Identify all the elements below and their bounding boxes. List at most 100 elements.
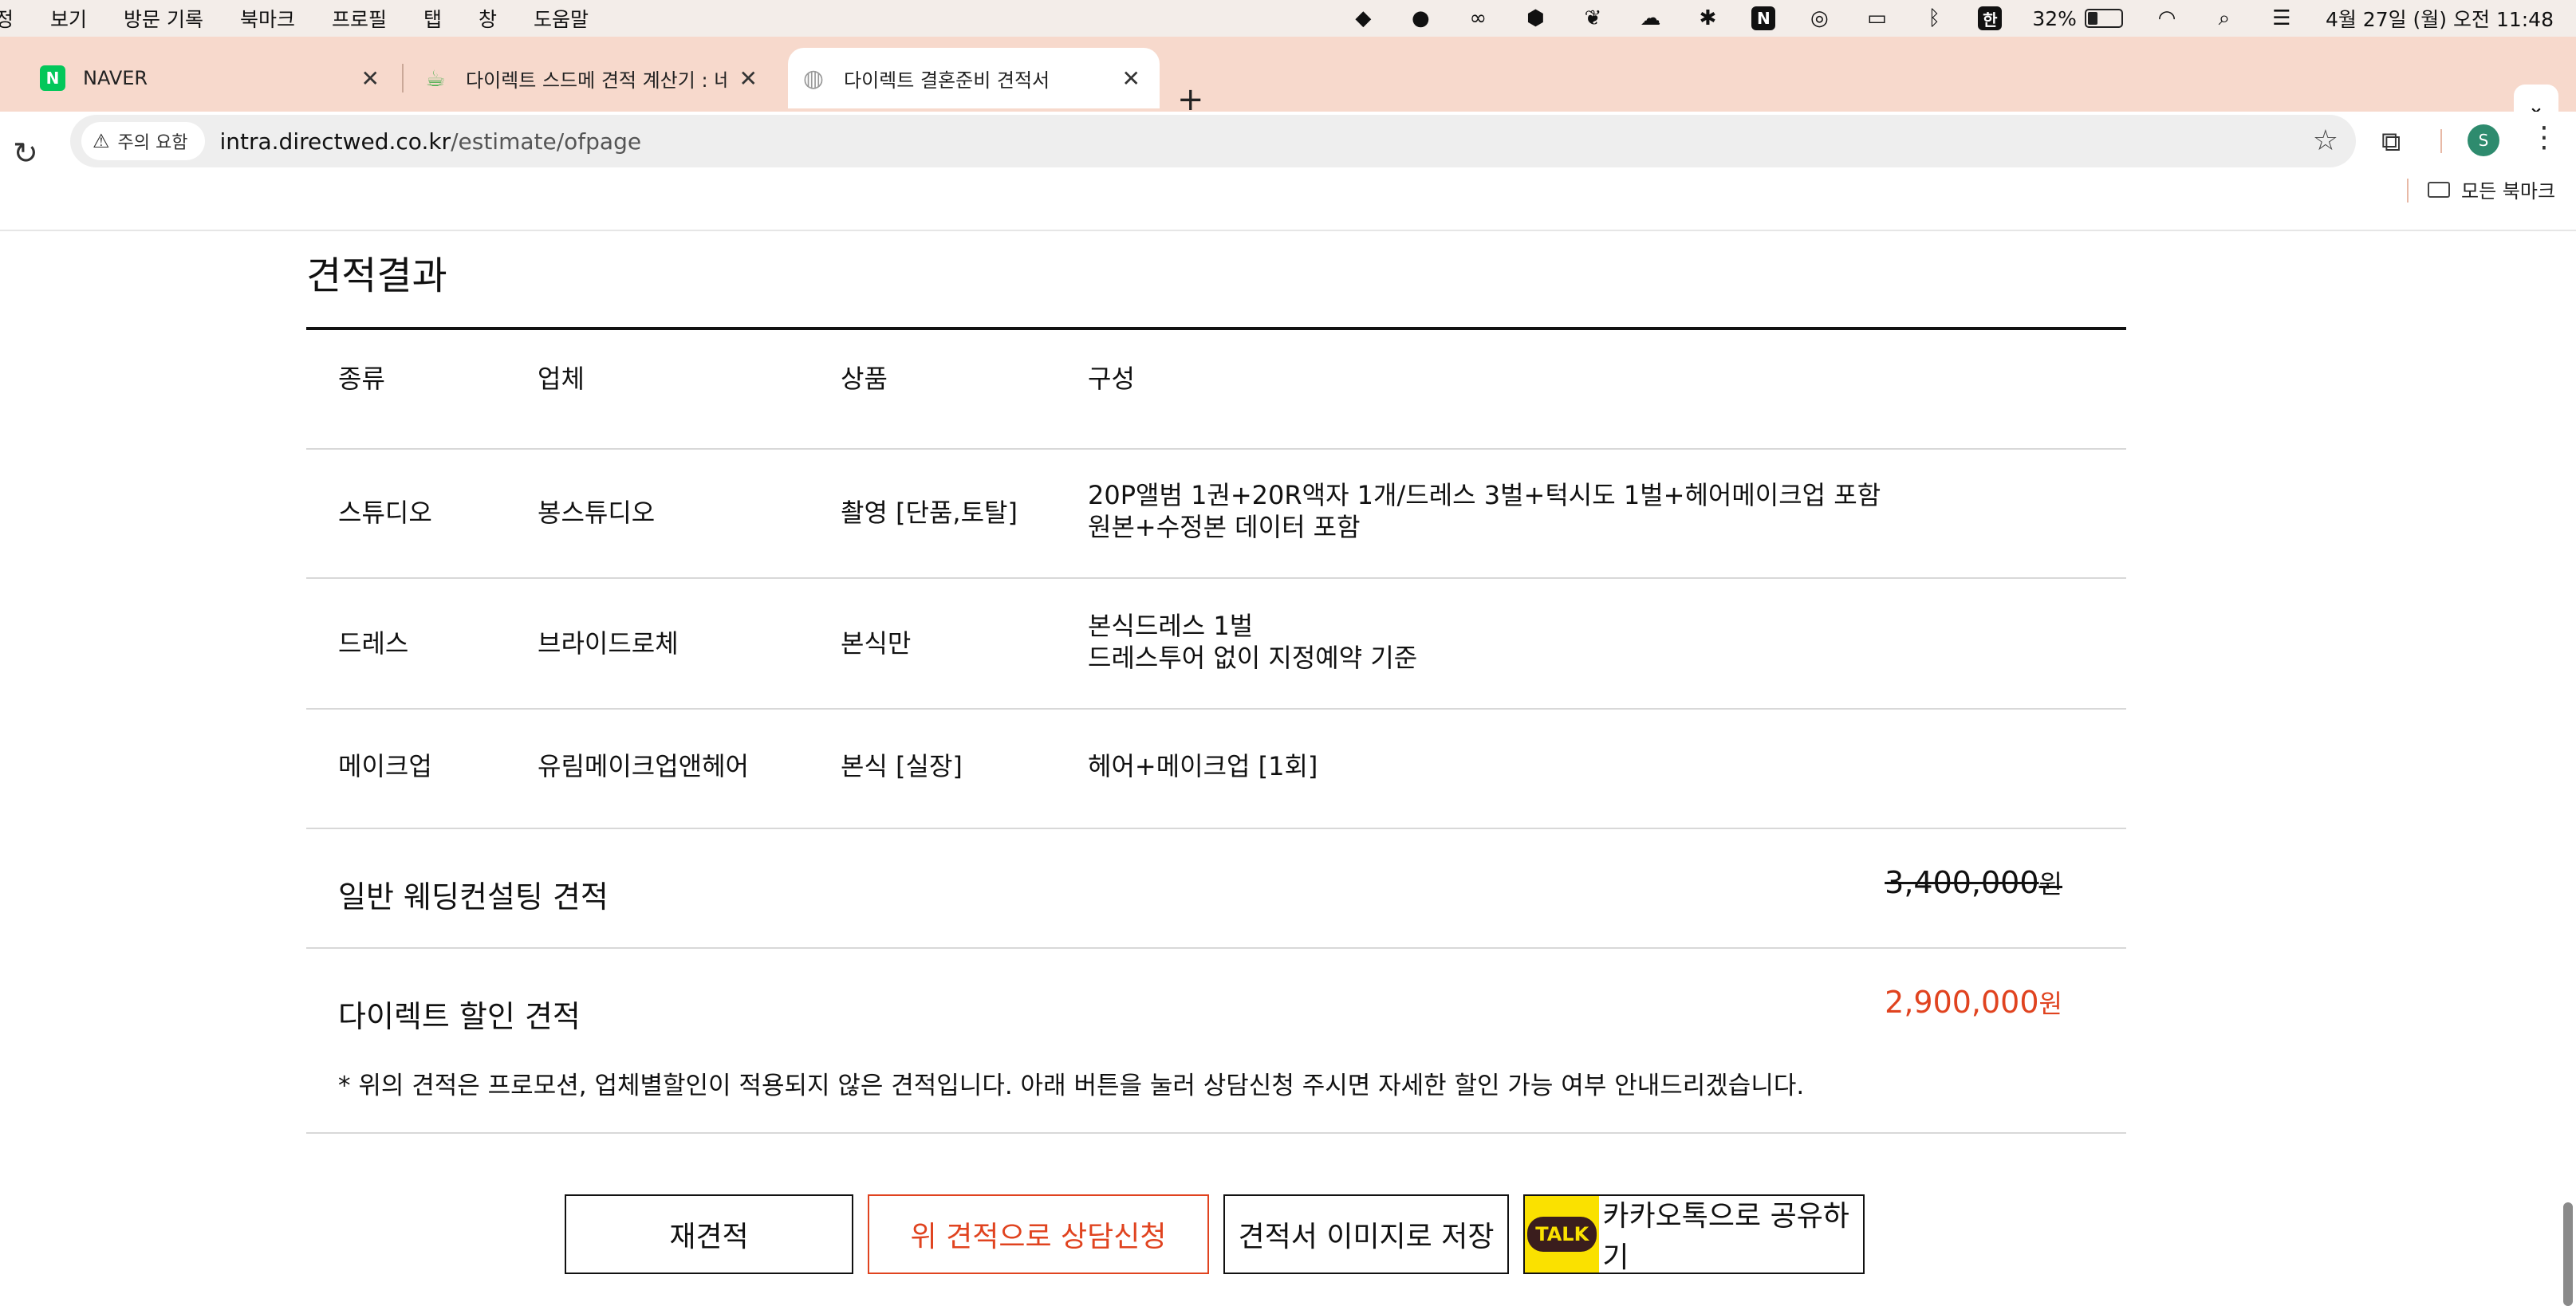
globe-favicon-icon: ◍ [802,64,825,92]
all-bookmarks-label: 모든 북마크 [2461,180,2556,203]
kakao-share-label: 카카오톡으로 공유하기 [1602,1200,1849,1274]
tab-estimate-calculator[interactable]: ☕ 다이렉트 스드메 견적 계산기 : 네이 ✕ [381,48,777,108]
address-bar[interactable]: ⚠ 주의 요함 intra.directwed.co.kr/estimate/o… [70,115,2356,167]
row-type: 스튜디오 [338,498,432,528]
discount-estimate-row: 다이렉트 할인 견적 2,900,000원 * 위의 견적은 프로모션, 업체별… [306,949,2126,1134]
close-icon[interactable]: ✕ [1122,65,1140,92]
url-text[interactable]: intra.directwed.co.kr/estimate/ofpage [219,128,641,155]
extensions-puzzle-icon[interactable]: ⧉ [2381,126,2401,158]
discount-estimate-price: 2,900,000원 [1885,985,2062,1020]
bookmarks-divider [2407,179,2409,203]
asterisk-icon[interactable]: ✱ [1694,5,1721,32]
hexagon-app-icon[interactable]: ⬢ [1522,5,1549,32]
row-composition-line2: 원본+수정본 데이터 포함 [1088,512,1361,542]
table-header-row: 종류 업체 상품 구성 [306,330,2126,450]
toolbar-bottom-border [0,230,2576,231]
header-type: 종류 [338,364,385,394]
display-icon[interactable]: ▭ [1863,5,1890,32]
regular-estimate-row: 일반 웨딩컨설팅 견적 3,400,000원 [306,829,2126,949]
naver-favicon-icon: N [40,65,65,91]
table-row: 드레스 브라이드로체 본식만 본식드레스 1벌 드레스투어 없이 지정예약 기준 [306,579,2126,710]
menu-tab[interactable]: 탭 [423,4,442,33]
table-row: 메이크업 유림메이크업앤헤어 본식 [실장] 헤어+메이크업 [1회] [306,710,2126,829]
row-composition-line1: 20P앨범 1권+20R액자 1개/드레스 3벌+턱시도 1벌+헤어메이크업 포… [1088,480,1881,510]
warning-triangle-icon: ⚠ [93,130,110,152]
header-product: 상품 [841,364,888,394]
action-buttons: 재견적 위 견적으로 상담신청 견적서 이미지로 저장 TALK 카카오톡으로 … [565,1194,1865,1274]
row-composition-line2: 드레스투어 없이 지정예약 기준 [1088,643,1418,673]
battery-status[interactable]: 32% [2032,7,2123,30]
close-icon[interactable]: ✕ [739,65,758,92]
page-scrollbar[interactable] [2558,1196,2576,1306]
spotlight-search-icon[interactable]: ⌕ [2211,5,2238,32]
row-composition-line1: 본식드레스 1벌 [1088,611,1254,641]
cloud-app-icon[interactable]: ☁ [1637,5,1664,32]
menu-profiles[interactable]: 프로필 [332,4,387,33]
creative-cloud-icon[interactable]: ∞ [1464,5,1491,32]
notion-icon[interactable]: N [1751,6,1776,30]
wifi-icon[interactable]: ◠ [2153,5,2180,32]
reload-icon[interactable]: ↻ [13,136,38,171]
row-vendor: 봉스튜디오 [538,498,656,528]
all-bookmarks-button[interactable]: 모든 북마크 [2428,175,2555,203]
row-product: 본식 [실장] [841,751,963,781]
macos-menu-bar: 정 보기 방문 기록 북마크 프로필 탭 창 도움말 ◆ ● ∞ ⬢ ❦ ☁ ✱… [0,0,2576,37]
menu-help[interactable]: 도움말 [534,4,589,33]
page-title: 견적결과 [306,254,447,298]
scrollbar-thumb[interactable] [2563,1202,2573,1306]
toolbar-divider [2440,129,2442,153]
menu-bookmarks[interactable]: 북마크 [240,4,295,33]
menu-edit[interactable]: 정 [0,4,14,33]
row-product: 본식만 [841,628,912,659]
menu-window[interactable]: 창 [479,4,497,33]
app-menus: 정 보기 방문 기록 북마크 프로필 탭 창 도움말 [0,4,625,33]
url-path: /estimate/ofpage [451,128,642,155]
tab-title: NAVER [83,67,148,89]
status-area: ◆ ● ∞ ⬢ ❦ ☁ ✱ N ◎ ▭ ᛒ 한 32% ◠ ⌕ ☰ 4월 27일… [1349,0,2554,37]
url-host: intra.directwed.co.kr [219,128,451,155]
row-type: 메이크업 [338,751,432,781]
header-composition: 구성 [1088,364,1135,394]
consult-request-button[interactable]: 위 견적으로 상담신청 [868,1194,1209,1274]
tab-naver[interactable]: N NAVER ✕ [0,48,399,108]
estimate-notice: * 위의 견적은 프로모션, 업체별할인이 적용되지 않은 견적입니다. 아래 … [338,1072,1805,1100]
header-vendor: 업체 [538,364,585,394]
cup-favicon-icon: ☕ [425,65,446,92]
security-warning-label: 주의 요함 [117,133,188,153]
kakao-talk-icon: TALK [1525,1196,1600,1273]
input-source-icon[interactable]: 한 [1978,6,2003,30]
cube-icon[interactable]: ◆ [1349,5,1377,32]
tab-title: 다이렉트 스드메 견적 계산기 : 네이 [466,69,728,92]
bookmarks-bar: 모든 북마크 [0,174,2576,203]
leaf-icon[interactable]: ❦ [1579,5,1606,32]
bookmark-star-icon[interactable]: ☆ [2313,124,2338,157]
tab-estimate-sheet[interactable]: ◍ 다이렉트 결혼준비 견적서 ✕ [788,48,1160,108]
folder-icon [2428,181,2450,198]
regular-estimate-label: 일반 웨딩컨설팅 견적 [338,879,609,915]
save-as-image-button[interactable]: 견적서 이미지로 저장 [1223,1194,1509,1274]
menubar-clock[interactable]: 4월 27일 (월) 오전 11:48 [2326,4,2554,33]
regular-estimate-price: 3,400,000원 [1885,865,2062,900]
table-row: 스튜디오 봉스튜디오 촬영 [단품,토탈] 20P앨범 1권+20R액자 1개/… [306,450,2126,579]
bluetooth-icon[interactable]: ᛒ [1920,5,1948,32]
security-warning-chip[interactable]: ⚠ 주의 요함 [81,122,206,160]
control-center-icon[interactable]: ☰ [2268,5,2295,32]
row-vendor: 유림메이크업앤헤어 [538,751,749,781]
discount-estimate-label: 다이렉트 할인 견적 [338,999,581,1034]
tab-title: 다이렉트 결혼준비 견적서 [844,69,1050,92]
menu-history[interactable]: 방문 기록 [124,4,203,33]
airdrop-icon[interactable]: ◎ [1806,5,1833,32]
battery-percent: 32% [2032,6,2077,30]
row-product: 촬영 [단품,토탈] [841,498,1018,528]
browser-tab-strip: N NAVER ✕ ☕ 다이렉트 스드메 견적 계산기 : 네이 ✕ ◍ 다이렉… [0,37,2576,129]
chat-bubble-icon[interactable]: ● [1407,5,1434,32]
kakao-share-button[interactable]: TALK 카카오톡으로 공유하기 [1523,1194,1865,1274]
reestimate-button[interactable]: 재견적 [565,1194,853,1274]
row-vendor: 브라이드로체 [538,628,679,659]
battery-icon [2084,9,2123,28]
profile-avatar[interactable]: S [2468,124,2499,156]
more-menu-icon[interactable]: ⋮ [2530,121,2558,154]
close-icon[interactable]: ✕ [361,65,380,92]
row-composition-line1: 헤어+메이크업 [1회] [1088,751,1318,781]
menu-view[interactable]: 보기 [50,4,87,33]
